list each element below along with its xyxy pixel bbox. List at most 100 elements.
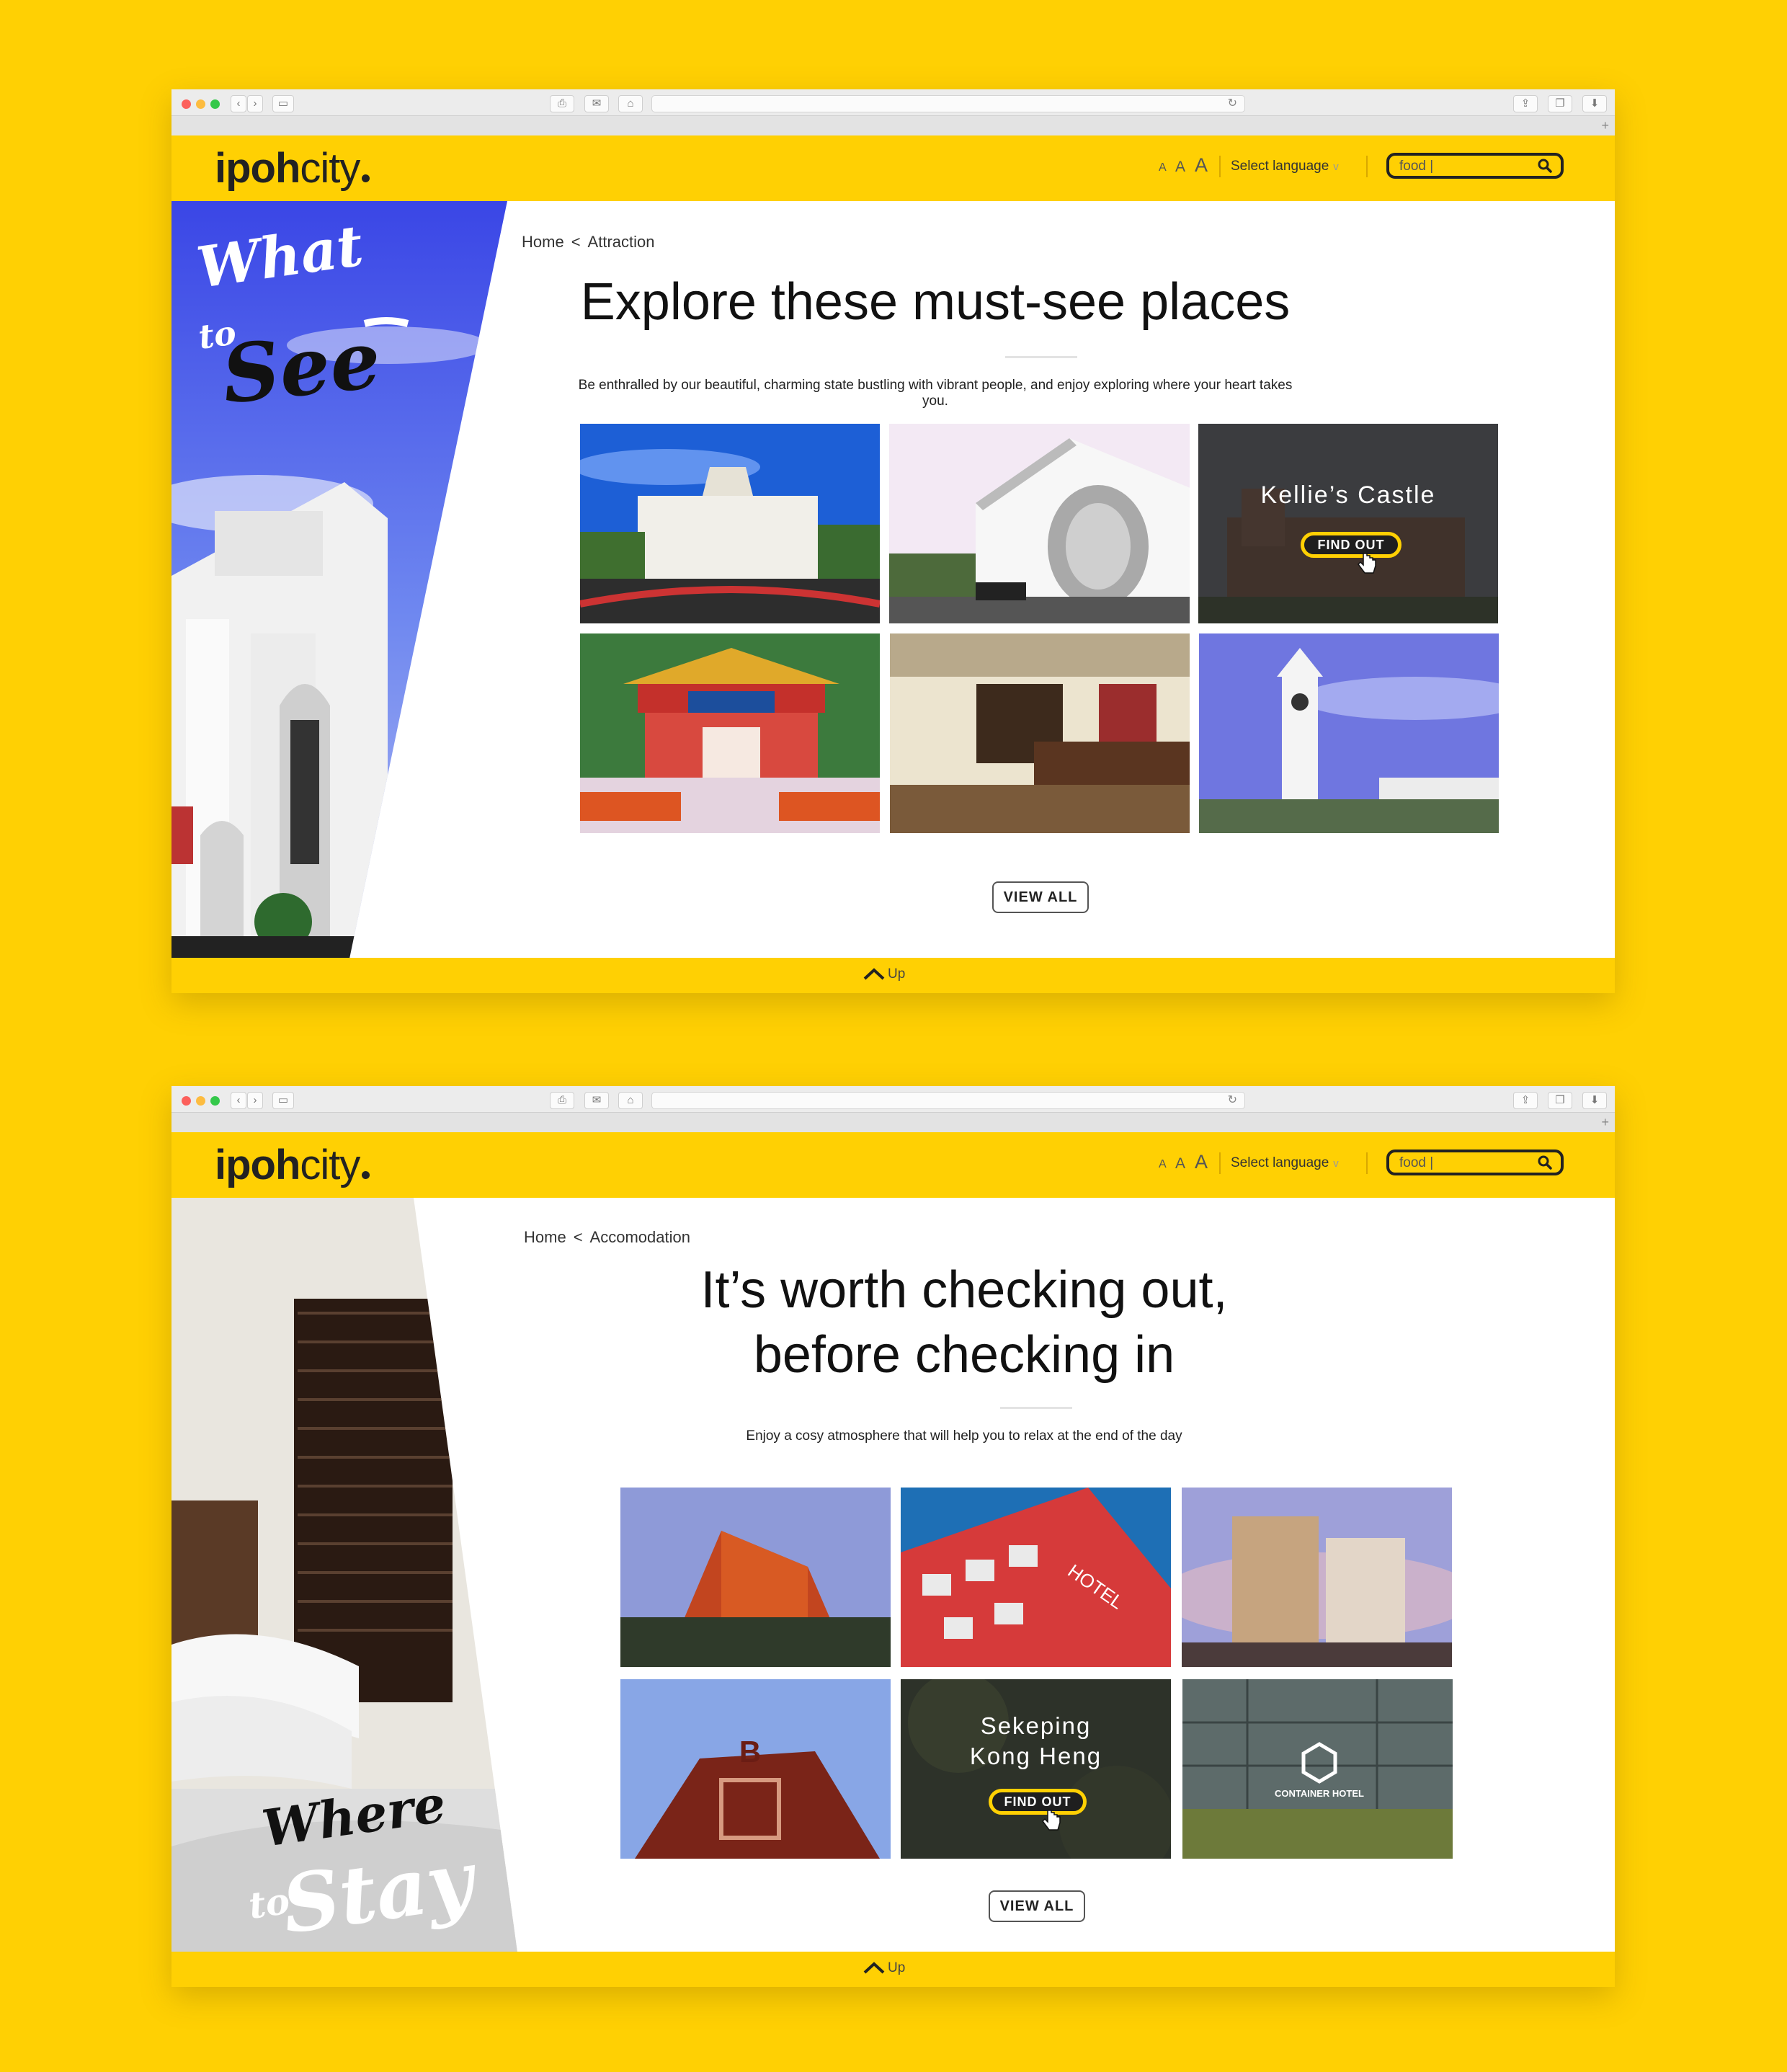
find-out-button[interactable]: FIND OUT [1301,532,1401,558]
print-icon[interactable]: ⎙ [550,95,574,112]
search-input[interactable] [1399,1154,1529,1173]
tile-name-line1: Sekeping [980,1712,1092,1739]
find-out-button[interactable]: FIND OUT [989,1789,1087,1815]
font-size-medium-button[interactable]: A [1175,1155,1185,1173]
tile-image: CONTAINER HOTEL [1182,1679,1453,1859]
tabs-overview-icon[interactable]: ❐ [1548,95,1572,112]
font-size-small-button[interactable]: A [1159,1158,1167,1171]
downloads-icon[interactable]: ⬇ [1582,1092,1607,1109]
address-bar[interactable]: ↻ [651,1092,1245,1109]
breadcrumb-home-link[interactable]: Home [524,1228,566,1246]
mail-icon[interactable]: ✉ [584,1092,609,1109]
page-title: Explore these must-see places [580,273,1291,331]
font-size-medium-button[interactable]: A [1175,159,1185,176]
font-size-large-button[interactable]: A [1195,154,1208,177]
language-selector[interactable]: Select language v [1231,159,1339,174]
back-arrow-icon[interactable]: ‹ [231,95,246,112]
title-divider [1005,356,1077,358]
breadcrumb-separator: < [573,1228,583,1246]
reload-icon[interactable]: ↻ [1228,1093,1237,1108]
ipohcity-logo[interactable]: ipohcity [215,144,370,192]
back-arrow-icon[interactable]: ‹ [231,1092,246,1109]
magnifier-icon[interactable] [1538,1155,1552,1170]
attraction-tile-kellies-castle[interactable]: Kellie’s Castle FIND OUT [1198,424,1498,623]
search-box[interactable] [1386,1150,1564,1175]
accommodation-tile-6[interactable]: CONTAINER HOTEL [1182,1679,1453,1859]
logo-regular-text: city [300,145,360,192]
site-footer: Up [171,1952,1615,1987]
view-all-button[interactable]: VIEW ALL [992,881,1089,913]
breadcrumb: Home < Attraction [522,233,654,252]
tabs-overview-icon[interactable]: ❐ [1548,1092,1572,1109]
home-icon[interactable]: ⌂ [618,95,643,112]
site-header: ipohcity A A A Select language v [171,1132,1615,1198]
page-title: It’s worth checking out, before checking… [604,1258,1324,1387]
font-size-small-button[interactable]: A [1159,161,1167,174]
attraction-tile-5[interactable] [890,633,1190,833]
new-tab-icon[interactable]: + [1601,1115,1609,1130]
downloads-icon[interactable]: ⬇ [1582,95,1607,112]
language-selector[interactable]: Select language v [1231,1155,1339,1171]
header-divider [1219,1152,1221,1174]
search-input[interactable] [1399,157,1529,176]
hero-image-what-to-see: What to See [171,201,510,959]
forward-arrow-icon[interactable]: › [247,95,263,112]
accommodation-tile-3[interactable] [1182,1488,1452,1667]
font-size-large-button[interactable]: A [1195,1151,1208,1173]
browser-toolbar: ‹ › ▭ ⎙ ✉ ⌂ ↻ ⇪ ❐ ⬇ + [171,1086,1615,1132]
chevron-down-icon: v [1333,1157,1339,1170]
close-window-button[interactable] [182,1096,191,1106]
chevron-up-icon [863,968,885,980]
page-title-line1: It’s worth checking out, [700,1261,1228,1319]
mail-icon[interactable]: ✉ [584,95,609,112]
logo-bold-text: ipoh [215,1142,300,1188]
zoom-window-button[interactable] [210,1096,220,1106]
search-box[interactable] [1386,153,1564,179]
tab-strip: + [171,1112,1615,1132]
tile-sign: B [739,1735,761,1769]
sidebar-toggle-icon[interactable]: ▭ [272,1092,294,1109]
tile-sign: CONTAINER HOTEL [1275,1788,1364,1799]
address-bar[interactable]: ↻ [651,95,1245,112]
page-subtitle: Enjoy a cosy atmosphere that will help y… [746,1428,1182,1444]
print-icon[interactable]: ⎙ [550,1092,574,1109]
browser-toolbar: ‹ › ▭ ⎙ ✉ ⌂ ↻ ⇪ ❐ ⬇ + [171,89,1615,135]
share-icon[interactable]: ⇪ [1513,1092,1538,1109]
reload-icon[interactable]: ↻ [1228,96,1237,112]
breadcrumb-home-link[interactable]: Home [522,233,564,251]
view-all-button[interactable]: VIEW ALL [989,1890,1085,1922]
accommodation-tile-2[interactable]: HOTEL [901,1488,1171,1667]
close-window-button[interactable] [182,99,191,109]
forward-arrow-icon[interactable]: › [247,1092,263,1109]
attraction-tile-4[interactable] [580,633,880,833]
header-divider [1219,156,1221,177]
minimize-window-button[interactable] [196,99,205,109]
breadcrumb-separator: < [571,233,581,251]
header-divider [1366,1152,1368,1174]
tile-name-line2: Kong Heng [969,1743,1102,1769]
zoom-window-button[interactable] [210,99,220,109]
attraction-tile-6[interactable] [1199,633,1499,833]
tile-name: Sekeping Kong Heng [901,1711,1171,1771]
attraction-tile-1[interactable] [580,424,880,623]
browser-window-attraction: ‹ › ▭ ⎙ ✉ ⌂ ↻ ⇪ ❐ ⬇ + ipohcity A A A Sel… [171,89,1615,993]
accommodation-tile-1[interactable] [620,1488,891,1667]
back-to-top-link[interactable]: Up [863,966,905,982]
accommodation-tile-4[interactable]: B [620,1679,891,1859]
tile-image: HOTEL [901,1488,1171,1667]
site-header: ipohcity A A A Select language v [171,135,1615,201]
magnifier-icon[interactable] [1538,159,1552,173]
tile-image: B [620,1679,891,1859]
home-icon[interactable]: ⌂ [618,1092,643,1109]
minimize-window-button[interactable] [196,1096,205,1106]
sidebar-toggle-icon[interactable]: ▭ [272,95,294,112]
logo-bold-text: ipoh [215,145,300,192]
back-to-top-link[interactable]: Up [863,1960,905,1976]
share-icon[interactable]: ⇪ [1513,95,1538,112]
new-tab-icon[interactable]: + [1601,118,1609,133]
attraction-tile-2[interactable] [889,424,1190,623]
accommodation-tile-sekeping-kong-heng[interactable]: Sekeping Kong Heng FIND OUT [901,1679,1171,1859]
hand-cursor-icon [1042,1810,1061,1831]
tile-name: Kellie’s Castle [1260,481,1436,509]
ipohcity-logo[interactable]: ipohcity [215,1141,370,1189]
